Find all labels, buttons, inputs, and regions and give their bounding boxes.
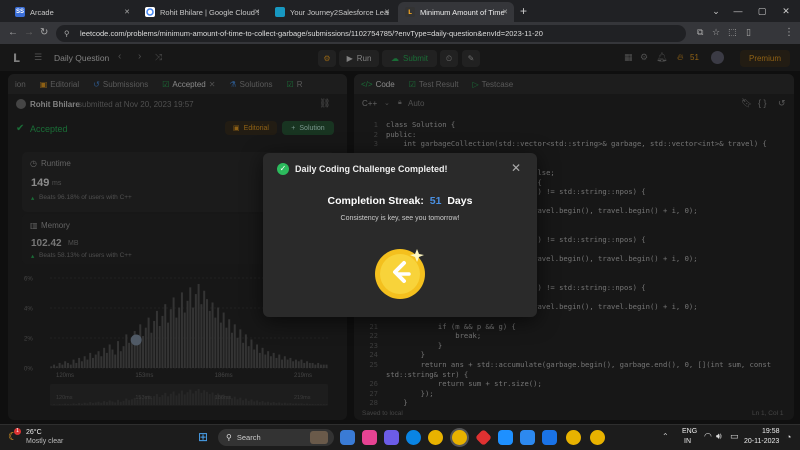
wifi-icon[interactable]: ◠ bbox=[704, 431, 712, 442]
taskbar-search[interactable]: ⚲ Search bbox=[218, 429, 334, 446]
streak-label: Completion Streak: bbox=[327, 195, 424, 207]
close-icon[interactable]: ✕ bbox=[511, 161, 521, 175]
chrome-icon[interactable] bbox=[428, 430, 443, 445]
weather-temp[interactable]: 26°C bbox=[26, 429, 42, 436]
windows-taskbar: ☾ 1 26°C Mostly clear ⊞ ⚲ Search ⌃ ENG I… bbox=[0, 424, 800, 450]
edge-icon[interactable] bbox=[406, 430, 421, 445]
weather-badge: 1 bbox=[14, 428, 21, 435]
forward-icon[interactable]: → bbox=[24, 27, 34, 38]
browser-tab-arcade[interactable]: SS Arcade ✕ bbox=[8, 2, 136, 22]
success-check-icon: ✓ bbox=[277, 163, 289, 175]
cast-icon[interactable]: ⧉ bbox=[697, 27, 703, 38]
chevron-up-icon[interactable]: ⌃ bbox=[662, 432, 669, 441]
streak-line: Completion Streak: 51 Days bbox=[263, 195, 537, 207]
streak-value: 51 bbox=[429, 195, 442, 207]
daily-challenge-modal: ✓ Daily Coding Challenge Completed! ✕ Co… bbox=[263, 153, 537, 317]
sidebar-icon[interactable]: ▯ bbox=[746, 27, 751, 38]
task-view-icon[interactable] bbox=[340, 430, 355, 445]
chrome-profile-icon-2[interactable] bbox=[590, 430, 605, 445]
leetcode-coin-icon bbox=[375, 249, 425, 299]
leetcode-icon: ᒪ bbox=[405, 7, 415, 17]
app-icon-4[interactable] bbox=[498, 430, 513, 445]
battery-icon[interactable]: ▭ bbox=[730, 431, 739, 442]
tab-title: Arcade bbox=[30, 7, 54, 17]
close-icon[interactable]: ✕ bbox=[502, 8, 508, 16]
search-icon: ⚲ bbox=[226, 433, 232, 442]
close-icon[interactable]: ✕ bbox=[124, 8, 130, 16]
extensions-icon[interactable]: ⬚ bbox=[728, 27, 737, 38]
weather-text[interactable]: Mostly clear bbox=[26, 438, 63, 445]
app-icon-5[interactable] bbox=[520, 430, 535, 445]
arcade-icon: SS bbox=[15, 7, 25, 17]
tab-title: Rohit Bhilare | Google Cloud Sk bbox=[160, 7, 259, 17]
clock-date[interactable]: 20-11-2023 bbox=[744, 438, 779, 445]
google-cloud-icon bbox=[145, 7, 155, 17]
volume-icon[interactable]: 🔊︎ bbox=[716, 431, 722, 442]
modal-message: Consistency is key, see you tomorrow! bbox=[340, 215, 460, 222]
star-icon[interactable]: ☆ bbox=[712, 27, 720, 38]
reload-icon[interactable]: ↻ bbox=[40, 27, 48, 38]
site-info-icon[interactable]: ⚲ bbox=[64, 25, 70, 42]
chrome-profile-icon[interactable] bbox=[566, 430, 581, 445]
url-input[interactable]: ⚲ leetcode.com/problems/minimum-amount-o… bbox=[56, 25, 686, 42]
back-icon[interactable]: ← bbox=[8, 27, 18, 38]
clock-time[interactable]: 19:58 bbox=[762, 428, 780, 435]
new-tab-button[interactable]: + bbox=[516, 4, 531, 19]
chrome-active-icon[interactable] bbox=[452, 430, 467, 445]
tab-title: Your Journey2Salesforce Learn bbox=[290, 7, 389, 17]
search-highlight-icon bbox=[310, 431, 328, 444]
maximize-button[interactable]: ▢ bbox=[752, 3, 772, 19]
close-icon[interactable]: ✕ bbox=[384, 8, 390, 16]
language-indicator[interactable]: ENG bbox=[682, 428, 697, 435]
app-icon-2[interactable] bbox=[384, 430, 399, 445]
modal-title: Daily Coding Challenge Completed! bbox=[295, 164, 448, 174]
tab-title: Minimum Amount of Time to C bbox=[420, 7, 507, 17]
url-text: leetcode.com/problems/minimum-amount-of-… bbox=[80, 29, 543, 38]
browser-tab-salesforce[interactable]: Your Journey2Salesforce Learn ✕ bbox=[268, 2, 396, 22]
browser-tab-leetcode[interactable]: ᒪ Minimum Amount of Time to C ✕ bbox=[398, 2, 514, 22]
close-icon[interactable]: ✕ bbox=[254, 8, 260, 16]
app-icon-1[interactable] bbox=[362, 430, 377, 445]
browser-tab-google-cloud[interactable]: Rohit Bhilare | Google Cloud Sk ✕ bbox=[138, 2, 266, 22]
tab-search-icon[interactable]: ⌄ bbox=[706, 3, 726, 19]
notification-center-icon[interactable]: ◔ bbox=[786, 432, 791, 442]
app-icon-6[interactable] bbox=[542, 430, 557, 445]
close-window-button[interactable]: ✕ bbox=[776, 3, 796, 19]
minimize-button[interactable]: — bbox=[728, 3, 748, 19]
salesforce-icon bbox=[275, 7, 285, 17]
app-icon-3[interactable] bbox=[475, 429, 492, 446]
region-indicator[interactable]: IN bbox=[684, 438, 691, 445]
menu-icon[interactable]: ⋮ bbox=[784, 27, 794, 38]
streak-unit: Days bbox=[447, 195, 473, 207]
windows-start-icon[interactable]: ⊞ bbox=[198, 430, 208, 444]
search-label: Search bbox=[236, 433, 261, 442]
browser-tab-bar: SS Arcade ✕ Rohit Bhilare | Google Cloud… bbox=[0, 0, 800, 22]
